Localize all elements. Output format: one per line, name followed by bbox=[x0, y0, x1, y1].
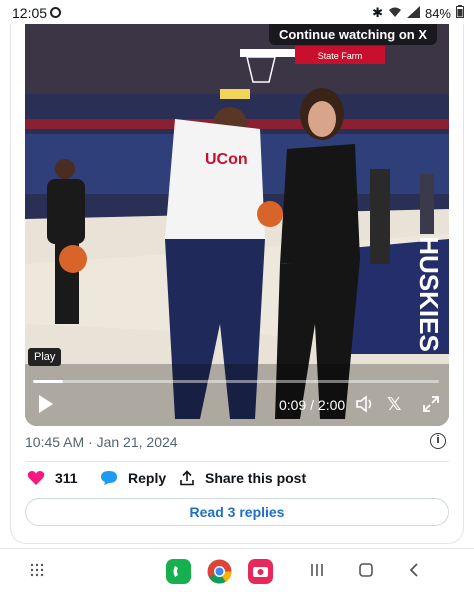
share-button[interactable]: Share this post bbox=[179, 470, 306, 486]
back-button-icon[interactable] bbox=[408, 562, 420, 583]
camera-app-icon[interactable] bbox=[248, 559, 273, 589]
svg-text:UCon: UCon bbox=[205, 151, 248, 168]
reply-button[interactable]: Reply bbox=[100, 470, 166, 486]
share-icon bbox=[180, 470, 194, 486]
chrome-app-icon[interactable] bbox=[207, 559, 232, 589]
home-button-icon[interactable] bbox=[358, 562, 374, 583]
read-replies-button[interactable]: Read 3 replies bbox=[25, 498, 449, 526]
navigation-bar bbox=[0, 548, 474, 592]
like-count: 311 bbox=[55, 470, 78, 486]
x-logo-icon[interactable]: 𝕏 bbox=[387, 394, 402, 415]
like-button[interactable]: 311 bbox=[27, 470, 78, 486]
phone-app-icon[interactable] bbox=[166, 559, 191, 589]
post-actions: 311 Reply Share this post bbox=[25, 470, 449, 490]
play-tooltip: Play bbox=[28, 348, 62, 366]
video-progress-fill bbox=[33, 380, 64, 383]
play-button[interactable] bbox=[37, 394, 55, 419]
status-bar: 12:05 ✱ 84% bbox=[0, 0, 474, 26]
heart-icon bbox=[27, 471, 45, 485]
reply-label: Reply bbox=[128, 470, 167, 486]
play-icon bbox=[39, 395, 53, 413]
app-drawer-icon[interactable] bbox=[30, 563, 44, 582]
battery-percent: 84% bbox=[424, 5, 451, 21]
wifi-icon bbox=[388, 6, 402, 21]
svg-text:State Farm: State Farm bbox=[318, 51, 363, 61]
fullscreen-button[interactable] bbox=[421, 394, 441, 419]
post-timestamp[interactable]: 10:45 AM · Jan 21, 2024 bbox=[25, 434, 178, 450]
bluetooth-icon: ✱ bbox=[372, 5, 383, 20]
status-time: 12:05 bbox=[12, 5, 48, 21]
share-label: Share this post bbox=[205, 470, 307, 486]
video-time: 0:09 / 2:00 bbox=[279, 397, 346, 413]
video-frame-image: HUSKIES State Farm UCon bbox=[25, 24, 449, 426]
recent-apps-icon[interactable] bbox=[309, 562, 325, 583]
continue-watching-banner[interactable]: Continue watching on X bbox=[268, 24, 437, 45]
divider bbox=[25, 461, 449, 462]
info-icon[interactable]: i bbox=[430, 433, 446, 449]
status-icons: ✱ 84% bbox=[372, 5, 464, 21]
svg-text:HUSKIES: HUSKIES bbox=[414, 236, 444, 352]
volume-button[interactable] bbox=[355, 394, 375, 419]
fullscreen-icon bbox=[423, 396, 439, 412]
notification-circle-icon bbox=[50, 7, 61, 18]
reply-bubble-icon bbox=[101, 471, 117, 485]
signal-icon bbox=[406, 5, 420, 21]
video-progress-bar[interactable] bbox=[33, 380, 439, 383]
volume-icon bbox=[356, 395, 372, 413]
battery-icon bbox=[456, 5, 464, 21]
video-player[interactable]: HUSKIES State Farm UCon Continue watchin… bbox=[25, 24, 449, 426]
